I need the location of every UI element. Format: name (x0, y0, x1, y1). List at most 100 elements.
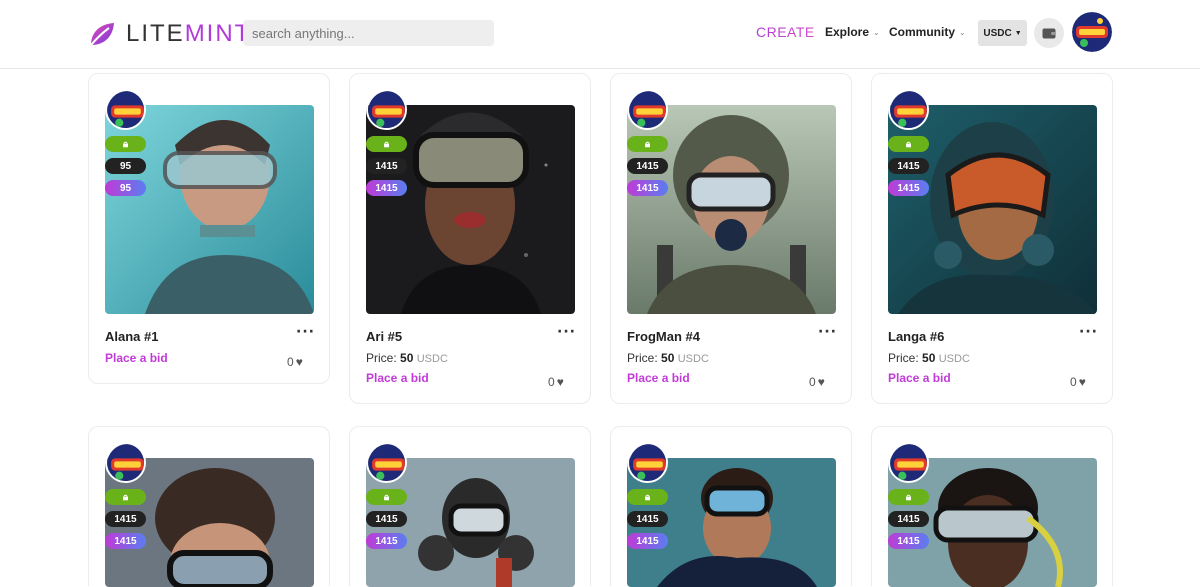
top-navbar: LITEMINT CREATE Explore ⌄ Community ⌄ US… (0, 0, 1200, 69)
nft-card[interactable]: 🔒︎ 1415 1415 Langa #6 ··· Price: 50 USDC… (871, 73, 1113, 404)
lock-icon: 🔒︎ (122, 491, 129, 503)
price-currency: USDC (677, 353, 709, 365)
like-button[interactable]: 0 ♥ (548, 375, 564, 389)
chevron-down-icon: ⌄ (959, 27, 966, 37)
nft-card[interactable]: 🔒︎ 95 95 Alana #1 ··· Place a bid 0 ♥ (88, 73, 330, 384)
place-bid-link[interactable]: Place a bid (627, 371, 690, 385)
nft-card[interactable]: 🔒︎ 1415 1415 (871, 426, 1113, 587)
price-currency: USDC (416, 353, 448, 365)
currency-selector[interactable]: USDC ▼ (978, 20, 1027, 46)
creator-avatar[interactable] (105, 89, 146, 130)
wallet-button[interactable] (1034, 18, 1064, 48)
lock-badge: 🔒︎ (366, 489, 407, 505)
creator-avatar[interactable] (366, 442, 407, 483)
creator-avatar[interactable] (105, 442, 146, 483)
price-label: Price: (888, 351, 919, 365)
heart-icon: ♥ (556, 375, 564, 389)
like-count: 0 (287, 355, 294, 369)
lock-badge: 🔒︎ (888, 136, 929, 152)
currency-label: USDC (983, 27, 1012, 39)
chevron-down-icon: ⌄ (873, 27, 880, 37)
supply-badge: 1415 (888, 511, 929, 527)
edition-badge: 1415 (627, 533, 668, 549)
lock-badge: 🔒︎ (105, 136, 146, 152)
like-count: 0 (809, 375, 816, 389)
community-dropdown[interactable]: Community ⌄ (889, 25, 966, 39)
price-value: 50 (922, 351, 936, 365)
price-value: 50 (661, 351, 675, 365)
avatar-image (1072, 12, 1112, 52)
supply-badge: 95 (105, 158, 146, 174)
nft-card[interactable]: 🔒︎ 1415 1415 (349, 426, 591, 587)
lock-icon: 🔒︎ (905, 138, 912, 150)
lock-icon: 🔒︎ (644, 491, 651, 503)
lock-icon: 🔒︎ (905, 491, 912, 503)
lock-icon: 🔒︎ (383, 138, 390, 150)
heart-icon: ♥ (1078, 375, 1086, 389)
explore-label: Explore (825, 25, 870, 39)
supply-badge: 1415 (366, 511, 407, 527)
price-currency: USDC (938, 353, 970, 365)
like-button[interactable]: 0 ♥ (1070, 375, 1086, 389)
heart-icon: ♥ (295, 355, 303, 369)
explore-dropdown[interactable]: Explore ⌄ (825, 25, 880, 39)
search-input[interactable] (243, 20, 494, 46)
user-avatar[interactable] (1072, 12, 1112, 52)
nft-title[interactable]: FrogMan #4 (627, 329, 700, 344)
supply-badge: 1415 (888, 158, 929, 174)
creator-avatar[interactable] (627, 89, 668, 130)
nft-card[interactable]: 🔒︎ 1415 1415 (610, 426, 852, 587)
like-count: 0 (1070, 375, 1077, 389)
nft-title[interactable]: Ari #5 (366, 329, 402, 344)
more-options-icon[interactable]: ··· (1079, 324, 1098, 340)
edition-badge: 1415 (366, 533, 407, 549)
wallet-icon (1042, 28, 1056, 39)
nft-title[interactable]: Langa #6 (888, 329, 944, 344)
edition-badge: 1415 (888, 533, 929, 549)
nft-card[interactable]: 🔒︎ 1415 1415 FrogMan #4 ··· Price: 50 US… (610, 73, 852, 404)
supply-badge: 1415 (627, 511, 668, 527)
price-line: Price: 50 USDC (888, 351, 970, 365)
lock-badge: 🔒︎ (105, 489, 146, 505)
creator-avatar[interactable] (888, 442, 929, 483)
place-bid-link[interactable]: Place a bid (366, 371, 429, 385)
price-line: Price: 50 USDC (627, 351, 709, 365)
like-button[interactable]: 0 ♥ (809, 375, 825, 389)
creator-avatar[interactable] (627, 442, 668, 483)
edition-badge: 1415 (366, 180, 407, 196)
place-bid-link[interactable]: Place a bid (105, 351, 168, 365)
heart-icon: ♥ (817, 375, 825, 389)
edition-badge: 1415 (105, 533, 146, 549)
litemint-logo[interactable]: LITEMINT (88, 19, 251, 49)
price-label: Price: (627, 351, 658, 365)
create-link[interactable]: CREATE (756, 24, 815, 40)
lock-badge: 🔒︎ (627, 489, 668, 505)
place-bid-link[interactable]: Place a bid (888, 371, 951, 385)
supply-badge: 1415 (105, 511, 146, 527)
price-label: Price: (366, 351, 397, 365)
like-count: 0 (548, 375, 555, 389)
logo-text-mint: MINT (184, 20, 252, 47)
supply-badge: 1415 (366, 158, 407, 174)
edition-badge: 95 (105, 180, 146, 196)
lock-icon: 🔒︎ (644, 138, 651, 150)
more-options-icon[interactable]: ··· (296, 324, 315, 340)
price-value: 50 (400, 351, 414, 365)
nft-card[interactable]: 🔒︎ 1415 1415 (88, 426, 330, 587)
creator-avatar[interactable] (888, 89, 929, 130)
logo-text: LITEMINT (126, 20, 251, 48)
lock-icon: 🔒︎ (122, 138, 129, 150)
more-options-icon[interactable]: ··· (818, 324, 837, 340)
price-line: Price: 50 USDC (366, 351, 448, 365)
like-button[interactable]: 0 ♥ (287, 355, 303, 369)
caret-down-icon: ▼ (1014, 29, 1022, 37)
nft-card[interactable]: 🔒︎ 1415 1415 Ari #5 ··· Price: 50 USDC P… (349, 73, 591, 404)
lock-icon: 🔒︎ (383, 491, 390, 503)
leaf-logo-icon (90, 23, 114, 46)
community-label: Community (889, 25, 955, 39)
creator-avatar[interactable] (366, 89, 407, 130)
logo-text-lite: LITE (126, 20, 185, 47)
nft-title[interactable]: Alana #1 (105, 329, 158, 344)
lock-badge: 🔒︎ (366, 136, 407, 152)
more-options-icon[interactable]: ··· (557, 324, 576, 340)
